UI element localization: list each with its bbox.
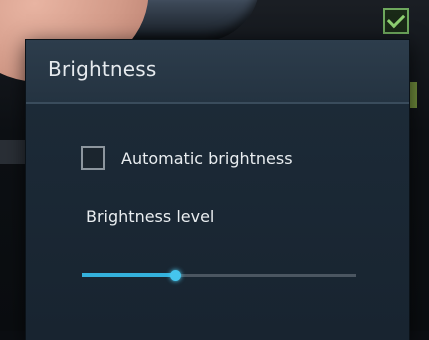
automatic-brightness-row[interactable]: Automatic brightness xyxy=(81,143,293,173)
automatic-brightness-label[interactable]: Automatic brightness xyxy=(121,149,293,168)
slider-thumb[interactable] xyxy=(170,270,182,281)
dialog-title-bar: Brightness xyxy=(26,40,409,104)
brightness-slider[interactable] xyxy=(82,266,356,286)
check-icon xyxy=(383,8,409,34)
dialog-body: Automatic brightness Brightness level xyxy=(26,104,409,340)
slider-fill xyxy=(82,273,176,277)
dialog-title: Brightness xyxy=(48,57,157,81)
brightness-dialog: Brightness Automatic brightness Brightne… xyxy=(26,40,409,340)
brightness-level-label: Brightness level xyxy=(86,207,215,226)
background-setting-indicator xyxy=(409,82,417,108)
automatic-brightness-checkbox[interactable] xyxy=(81,146,105,170)
